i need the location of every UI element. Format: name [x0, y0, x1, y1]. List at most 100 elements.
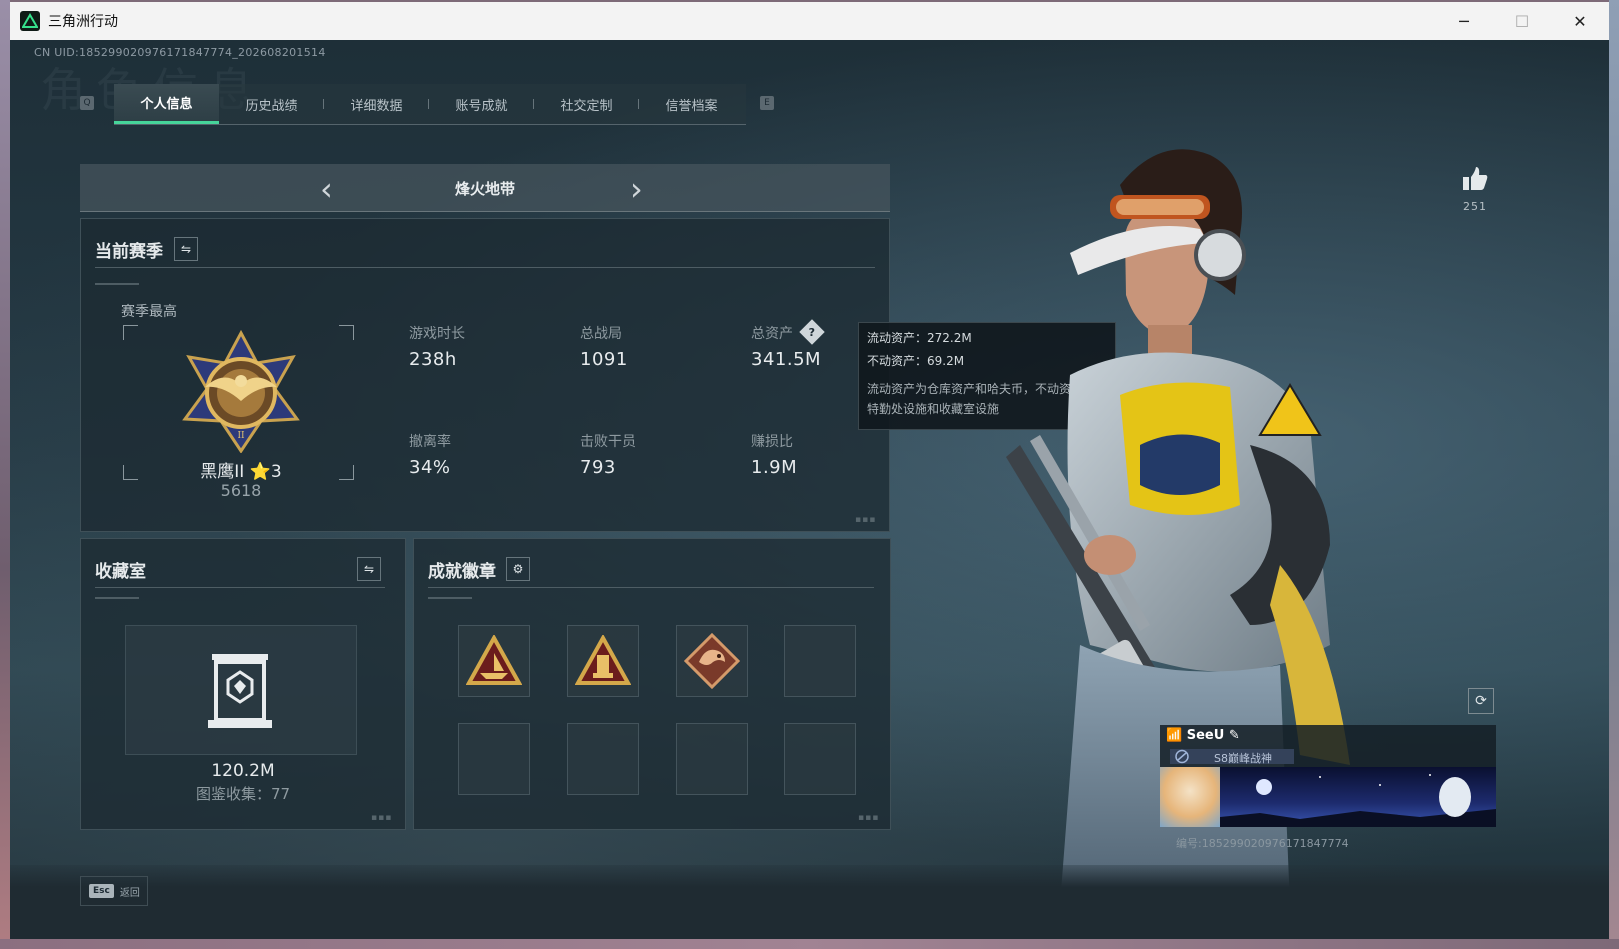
mode-title: 烽火地带	[454, 180, 515, 198]
profile-card[interactable]: 📶 SeeU ✎ S8巅峰战神	[1160, 725, 1496, 833]
tab-next-key[interactable]: E	[760, 96, 774, 110]
display-case-icon	[208, 654, 272, 728]
tab-account-achievements[interactable]: 账号成就	[429, 84, 534, 124]
stat-extract-label: 撤离率	[409, 434, 451, 450]
badge-slot[interactable]	[676, 625, 748, 697]
badge-slot[interactable]	[567, 625, 639, 697]
like-widget[interactable]: 251	[1455, 166, 1495, 213]
panel-corner-mark: ▪▪▪	[855, 515, 877, 525]
stat-kills-value: 793	[580, 457, 616, 478]
collection-preview	[125, 625, 357, 755]
profile-banner-image	[1220, 767, 1496, 827]
badge-slot-empty[interactable]	[784, 625, 856, 697]
edit-icon[interactable]: ✎	[1229, 728, 1240, 743]
player-avatar[interactable]	[1160, 767, 1220, 827]
collection-count: 图鉴收集：77	[195, 785, 291, 803]
divider	[428, 587, 874, 588]
sub-divider	[428, 597, 472, 599]
back-button[interactable]: Esc 返回	[80, 876, 148, 906]
stat-playtime-label: 游戏时长	[409, 326, 465, 342]
desktop-background-right	[1609, 0, 1619, 949]
tab-label: 历史战绩	[245, 98, 298, 114]
badge-slot-empty[interactable]	[784, 723, 856, 795]
stat-assets-label: 总资产	[751, 326, 793, 342]
season-title: 当前赛季	[95, 242, 163, 262]
stat-assets-value: 341.5M	[751, 349, 822, 370]
tab-bar: Q 个人信息 历史战绩 详细数据 账号成就 社交定制 信誉档案 E	[80, 84, 774, 126]
badge-slot[interactable]	[458, 625, 530, 697]
night-sky-banner	[1220, 774, 1496, 827]
current-season-panel: 当前赛季 ⇋ 赛季最高 II 黑鹰II ⭐3 5618 游戏时长 238h 总战…	[80, 218, 890, 532]
ship-triangle-badge-icon	[466, 635, 522, 685]
tab-label: 详细数据	[350, 98, 403, 114]
season-switch-button[interactable]: ⇋	[174, 237, 198, 261]
stat-profit-label: 赚损比	[751, 434, 793, 450]
title-bar: 三角洲行动 ─ ☐ ✕	[10, 2, 1609, 40]
tab-personal-info[interactable]: 个人信息	[114, 84, 219, 124]
svg-text:II: II	[237, 431, 245, 441]
title-emblem-icon	[1175, 749, 1189, 764]
tab-label: 信誉档案	[665, 98, 718, 114]
help-icon[interactable]: ?	[799, 319, 825, 345]
tabs-list: 个人信息 历史战绩 详细数据 账号成就 社交定制 信誉档案	[114, 84, 746, 125]
gear-icon: ⚙	[512, 562, 524, 576]
tab-reputation[interactable]: 信誉档案	[639, 84, 744, 124]
thumbs-up-icon	[1463, 167, 1488, 190]
swap-icon: ⇋	[180, 242, 192, 256]
badge-slot-empty[interactable]	[458, 723, 530, 795]
uid-label: CN UID:1852990209761718477​74_2026082015…	[34, 46, 326, 59]
stat-matches-value: 1091	[580, 349, 628, 370]
rank-score: 5618	[220, 481, 262, 500]
sub-divider	[95, 597, 139, 599]
sub-divider	[95, 283, 139, 285]
stat-profit-value: 1.9M	[751, 457, 798, 478]
tab-label: 社交定制	[560, 98, 613, 114]
minimize-button[interactable]: ─	[1435, 2, 1493, 40]
profile-card-header: 📶 SeeU ✎ S8巅峰战神	[1160, 725, 1496, 767]
frame-corner	[339, 325, 354, 340]
badge-slot-empty[interactable]	[676, 723, 748, 795]
collection-switch-button[interactable]: ⇋	[357, 557, 381, 581]
bottom-bar: Esc 返回	[10, 865, 1609, 939]
desktop-background-bottom	[0, 939, 1619, 949]
frame-corner	[123, 325, 138, 340]
stat-kills-label: 击败干员	[580, 434, 636, 450]
player-name-text: SeeU	[1186, 728, 1225, 743]
tab-prev-key[interactable]: Q	[80, 96, 94, 110]
mode-next-button[interactable]: ›	[630, 170, 643, 208]
like-count: 251	[1463, 200, 1487, 213]
close-button[interactable]: ✕	[1551, 2, 1609, 40]
collection-title: 收藏室	[95, 562, 146, 582]
rank-name: 黑鹰II ⭐3	[200, 462, 282, 482]
stat-extract-value: 34%	[409, 457, 451, 478]
badge-slot-empty[interactable]	[567, 723, 639, 795]
tower-triangle-badge-icon	[575, 635, 631, 685]
divider	[95, 587, 385, 588]
rank-black-hawk-icon: II	[182, 329, 300, 453]
tab-social-custom[interactable]: 社交定制	[534, 84, 639, 124]
tab-history[interactable]: 历史战绩	[219, 84, 324, 124]
divider	[95, 267, 875, 268]
player-id: 编号:18529902097617184​7774	[1176, 837, 1349, 850]
season-best-label: 赛季最高	[121, 304, 177, 320]
achievement-settings-button[interactable]: ⚙	[506, 557, 530, 581]
tab-label: 账号成就	[455, 98, 508, 114]
collection-value: 120.2M	[211, 761, 275, 781]
player-title-text: S8巅峰战神	[1214, 752, 1272, 765]
refresh-icon: ⟳	[1475, 693, 1487, 709]
refresh-button[interactable]: ⟳	[1468, 688, 1494, 714]
game-view: 角色信息 CN UID:1852990209761718477​74_20260…	[10, 40, 1609, 939]
dragon-diamond-badge-icon	[683, 632, 741, 690]
desktop-background-left	[0, 0, 10, 949]
back-label: 返回	[119, 887, 140, 899]
tab-detail-data[interactable]: 详细数据	[324, 84, 429, 124]
collection-room-panel[interactable]: 收藏室 ⇋ 120.2M 图鉴收集：77 ▪▪▪	[80, 538, 406, 830]
app-window: 三角洲行动 ─ ☐ ✕ 角色信息 CN UID:1852990209761718…	[10, 2, 1609, 939]
achievement-title: 成就徽章	[428, 562, 496, 582]
tab-label: 个人信息	[140, 97, 193, 112]
swap-icon: ⇋	[363, 562, 375, 576]
esc-key: Esc	[89, 884, 114, 898]
window-title: 三角洲行动	[48, 14, 118, 30]
app-logo-icon	[20, 11, 40, 31]
maximize-button[interactable]: ☐	[1493, 2, 1551, 40]
